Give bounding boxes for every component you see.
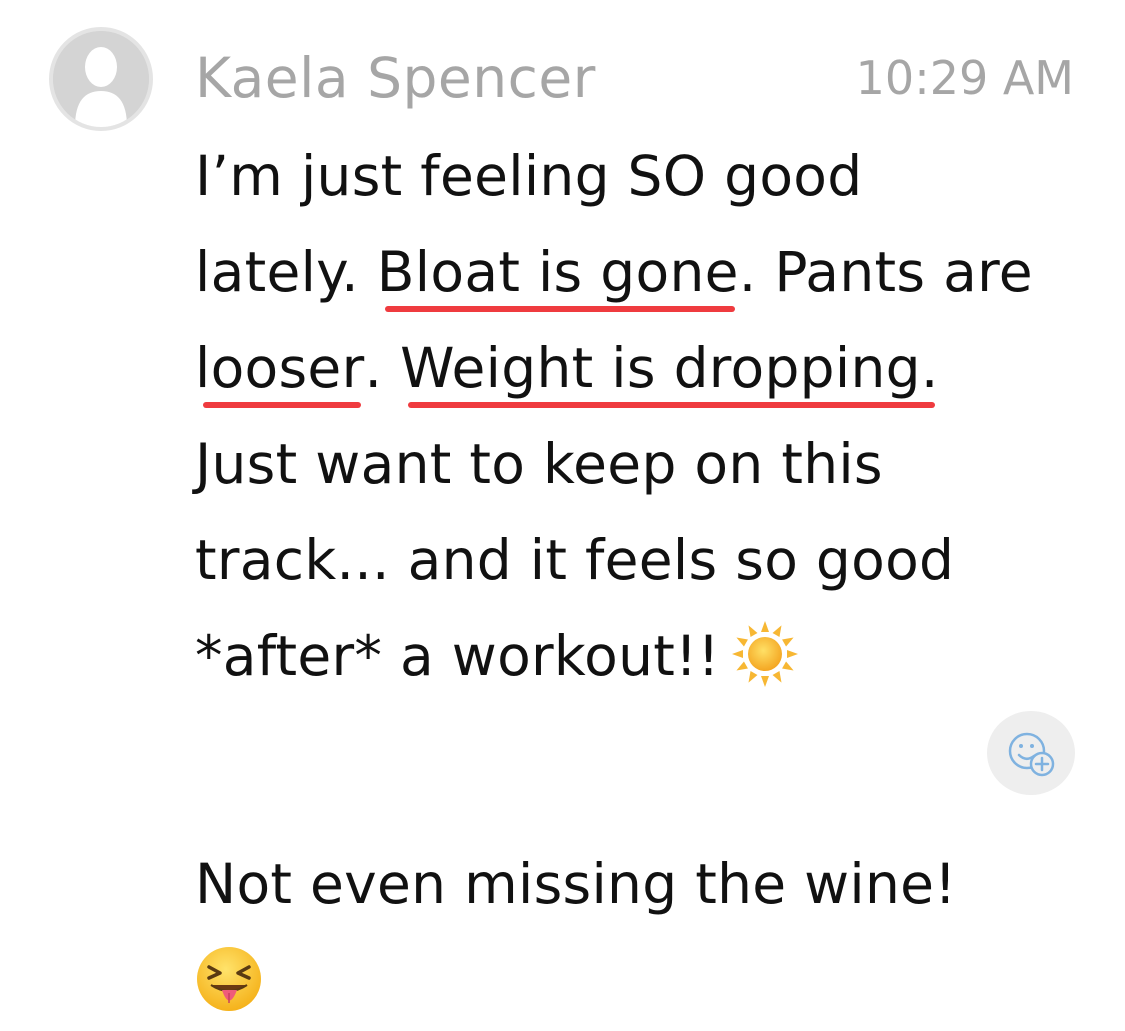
- second-message-text: Not even missing the wine!: [195, 852, 957, 916]
- default-person-avatar-icon: [53, 31, 149, 127]
- message-text-segment: .: [364, 336, 401, 400]
- message-text-segment: Just want to keep on this: [195, 432, 883, 496]
- message-line: I’m just feeling SO good: [195, 128, 1095, 224]
- add-reaction-icon: [1008, 732, 1055, 777]
- highlighted-phrase: Bloat is gone: [377, 224, 739, 320]
- message-line: *after* a workout!!: [195, 608, 1095, 704]
- sun-emoji-icon: [731, 621, 798, 687]
- add-reaction-button[interactable]: [987, 711, 1075, 795]
- highlighted-phrase: looser: [195, 320, 365, 416]
- sender-name[interactable]: Kaela Spencer: [195, 40, 596, 116]
- message-text-segment: I’m just feeling SO good: [195, 144, 863, 208]
- message-timestamp: 10:29 AM: [855, 51, 1074, 105]
- highlighted-phrase: Weight is dropping.: [400, 320, 939, 416]
- message-line: track... and it feels so good: [195, 512, 1095, 608]
- message-text-segment: . Pants are: [738, 240, 1033, 304]
- message-body: I’m just feeling SO good lately. Bloat is…: [195, 128, 1095, 704]
- message-line: looser. Weight is dropping.: [195, 320, 1095, 416]
- avatar[interactable]: [49, 27, 153, 131]
- message-text-segment: lately.: [195, 240, 377, 304]
- message-line: Just want to keep on this: [195, 416, 1095, 512]
- message-text-segment: *after* a workout!!: [195, 624, 720, 688]
- message-line: lately. Bloat is gone. Pants are: [195, 224, 1095, 320]
- squinting-tongue-emoji-icon: [197, 947, 261, 1011]
- message-text-segment: track... and it feels so good: [195, 528, 955, 592]
